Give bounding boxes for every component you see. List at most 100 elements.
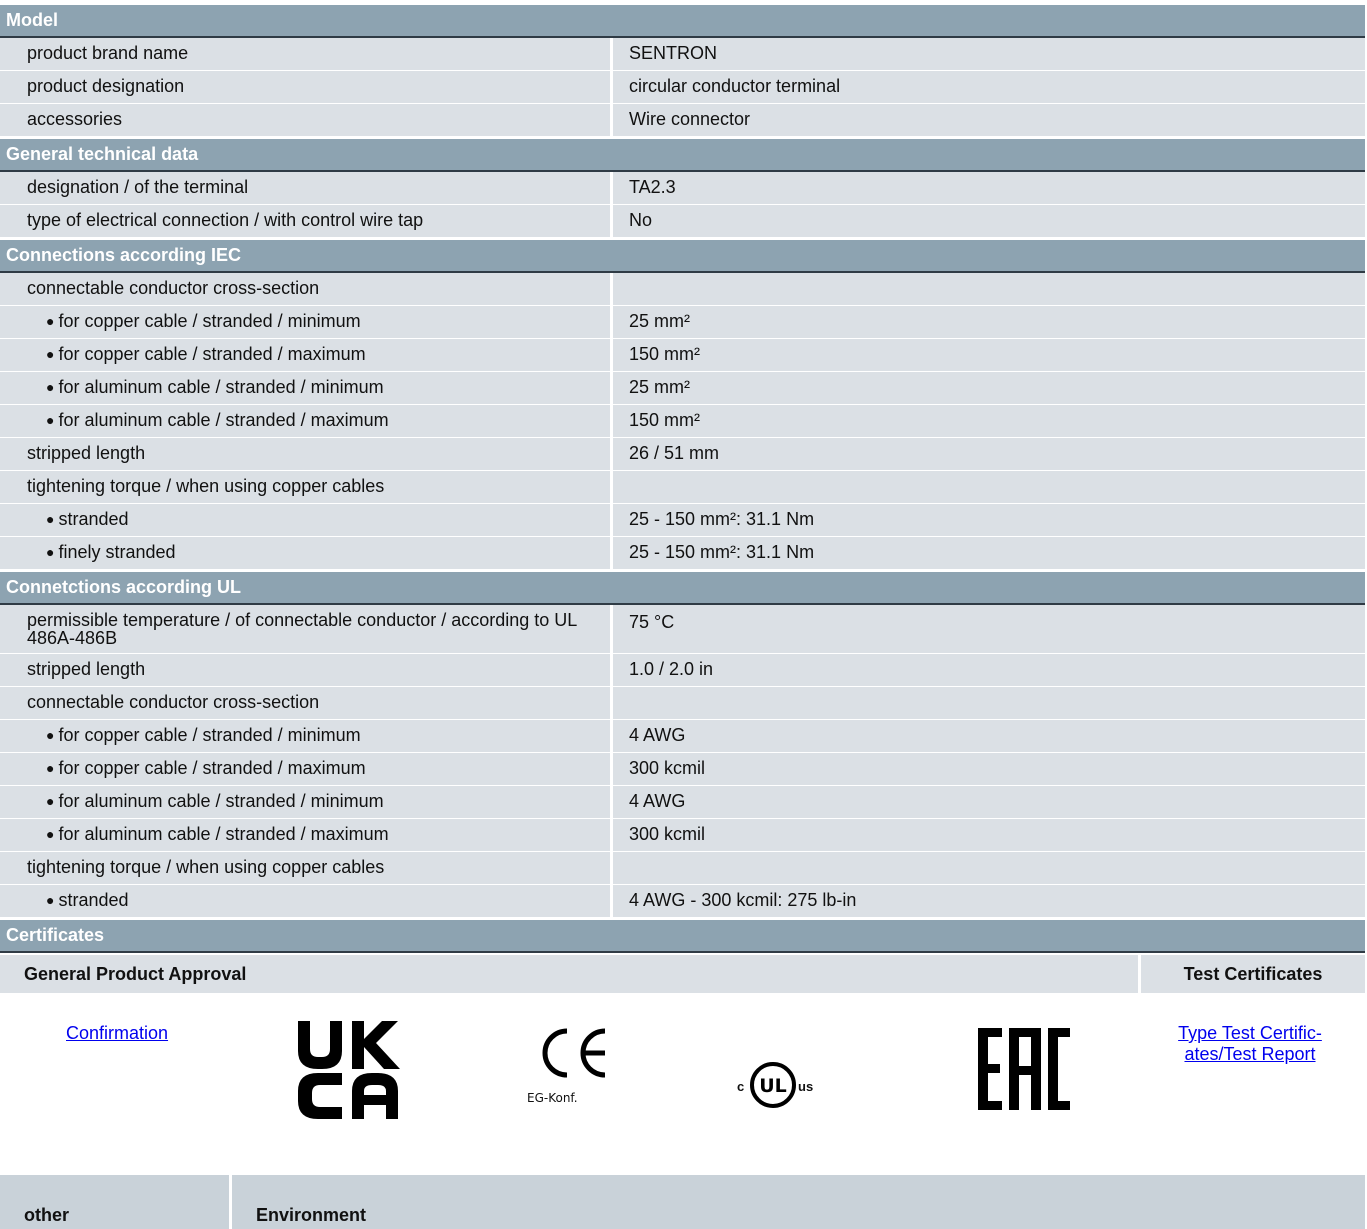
- table-row: finely stranded 25 - 150 mm²: 31.1 Nm: [0, 537, 1365, 570]
- row-value: circular conductor terminal: [613, 71, 1365, 103]
- row-value: 300 kcmil: [613, 753, 1365, 785]
- table-row: type of electrical connection / with con…: [0, 205, 1365, 238]
- table-row: for copper cable / stranded / minimum 4 …: [0, 720, 1365, 753]
- table-row: tightening torque / when using copper ca…: [0, 852, 1365, 885]
- item-label: for aluminum cable / stranded / minimum: [58, 791, 384, 811]
- tab-other: other: [0, 1175, 232, 1229]
- table-row: accessories Wire connector: [0, 104, 1365, 137]
- section-header-ul: Connetctions according UL: [0, 570, 1365, 605]
- item-label: stranded: [58, 890, 129, 910]
- row-value: 1.0 / 2.0 in: [613, 654, 1365, 686]
- row-value: 25 mm²: [613, 306, 1365, 338]
- bullet-icon: [46, 377, 58, 397]
- row-label: permissible temperature / of connectable…: [0, 605, 610, 653]
- row-value: 300 kcmil: [613, 819, 1365, 851]
- item-label: for copper cable / stranded / minimum: [58, 725, 361, 745]
- item-label: for copper cable / stranded / maximum: [58, 344, 366, 364]
- row-value: [613, 273, 1365, 305]
- table-row: for copper cable / stranded / maximum 30…: [0, 753, 1365, 786]
- row-value: SENTRON: [613, 38, 1365, 70]
- ul-us-label: us: [798, 1079, 814, 1094]
- culus-logo-icon: c UL us: [737, 1061, 847, 1111]
- bullet-icon: [46, 758, 58, 778]
- table-row: permissible temperature / of connectable…: [0, 605, 1365, 654]
- row-label: tightening torque / when using copper ca…: [0, 471, 610, 503]
- row-label: product designation: [0, 71, 610, 103]
- row-label: tightening torque / when using copper ca…: [0, 852, 610, 884]
- row-value: 4 AWG - 300 kcmil: 275 lb-in: [613, 885, 1365, 917]
- bullet-icon: [46, 725, 58, 745]
- row-value: [613, 471, 1365, 503]
- item-label: for copper cable / stranded / minimum: [58, 311, 361, 331]
- eac-logo-icon: [978, 1028, 1070, 1110]
- tab-environment: Environment: [232, 1175, 1365, 1229]
- row-value: Wire connector: [613, 104, 1365, 136]
- type-test-link-line2[interactable]: ates/Test Report: [1184, 1044, 1315, 1064]
- row-label: finely stranded: [0, 537, 610, 569]
- table-row: stranded 25 - 150 mm²: 31.1 Nm: [0, 504, 1365, 537]
- bullet-icon: [46, 890, 58, 910]
- table-row: product brand name SENTRON: [0, 38, 1365, 71]
- item-label: stranded: [58, 509, 129, 529]
- section-header-general: General technical data: [0, 137, 1365, 172]
- row-label: for aluminum cable / stranded / minimum: [0, 786, 610, 818]
- type-test-report-link[interactable]: Type Test Certific- ates/Test Report: [1160, 1023, 1340, 1065]
- table-row: for copper cable / stranded / maximum 15…: [0, 339, 1365, 372]
- row-value: 150 mm²: [613, 405, 1365, 437]
- row-value: 25 mm²: [613, 372, 1365, 404]
- table-row: for aluminum cable / stranded / minimum …: [0, 372, 1365, 405]
- row-label: stripped length: [0, 438, 610, 470]
- row-label: for copper cable / stranded / maximum: [0, 753, 610, 785]
- row-label: connectable conductor cross-section: [0, 273, 610, 305]
- row-value: 75 °C: [613, 605, 1365, 653]
- table-row: for aluminum cable / stranded / maximum …: [0, 405, 1365, 438]
- bottom-category-tabs: other Environment: [0, 1175, 1365, 1229]
- table-row: for aluminum cable / stranded / minimum …: [0, 786, 1365, 819]
- item-label: for aluminum cable / stranded / maximum: [58, 824, 389, 844]
- ul-c-label: c: [737, 1079, 745, 1094]
- row-value: [613, 852, 1365, 884]
- table-row: connectable conductor cross-section: [0, 687, 1365, 720]
- bullet-icon: [46, 542, 58, 562]
- table-row: for copper cable / stranded / minimum 25…: [0, 306, 1365, 339]
- table-row: for aluminum cable / stranded / maximum …: [0, 819, 1365, 852]
- table-row: connectable conductor cross-section: [0, 273, 1365, 306]
- row-value: [613, 687, 1365, 719]
- row-label: for aluminum cable / stranded / maximum: [0, 819, 610, 851]
- confirmation-link[interactable]: Confirmation: [66, 1023, 168, 1044]
- row-label: designation / of the terminal: [0, 172, 610, 204]
- bullet-icon: [46, 410, 58, 430]
- table-row: designation / of the terminal TA2.3: [0, 172, 1365, 205]
- row-label: for copper cable / stranded / maximum: [0, 339, 610, 371]
- row-value: 4 AWG: [613, 720, 1365, 752]
- row-label: product brand name: [0, 38, 610, 70]
- row-label: stranded: [0, 885, 610, 917]
- row-label: for aluminum cable / stranded / maximum: [0, 405, 610, 437]
- test-certificates-heading: Test Certificates: [1183, 964, 1323, 984]
- table-row: tightening torque / when using copper ca…: [0, 471, 1365, 504]
- row-value: TA2.3: [613, 172, 1365, 204]
- table-row: stripped length 26 / 51 mm: [0, 438, 1365, 471]
- row-value: No: [613, 205, 1365, 237]
- row-label: connectable conductor cross-section: [0, 687, 610, 719]
- item-label: for aluminum cable / stranded / maximum: [58, 410, 389, 430]
- item-label: for aluminum cable / stranded / minimum: [58, 377, 384, 397]
- row-label: stranded: [0, 504, 610, 536]
- row-value: 25 - 150 mm²: 31.1 Nm: [613, 504, 1365, 536]
- general-product-approval-heading: General Product Approval: [0, 955, 1141, 993]
- bullet-icon: [46, 791, 58, 811]
- certificates-header-row: General Product Approval Test Certificat…: [0, 955, 1365, 993]
- certificates-area: Confirmation EG-Konf. c UL us Type Test …: [0, 993, 1365, 1183]
- row-value: 25 - 150 mm²: 31.1 Nm: [613, 537, 1365, 569]
- item-label: for copper cable / stranded / maximum: [58, 758, 366, 778]
- row-value: 26 / 51 mm: [613, 438, 1365, 470]
- row-label: for aluminum cable / stranded / minimum: [0, 372, 610, 404]
- ukca-logo-icon: [298, 1021, 400, 1119]
- bullet-icon: [46, 311, 58, 331]
- section-header-certificates: Certificates: [0, 918, 1365, 953]
- ce-sub-label: EG-Konf.: [527, 1091, 578, 1105]
- type-test-link-line1[interactable]: Type Test Certific-: [1178, 1023, 1322, 1043]
- table-row: product designation circular conductor t…: [0, 71, 1365, 104]
- table-row: stripped length 1.0 / 2.0 in: [0, 654, 1365, 687]
- section-header-model: Model: [0, 5, 1365, 38]
